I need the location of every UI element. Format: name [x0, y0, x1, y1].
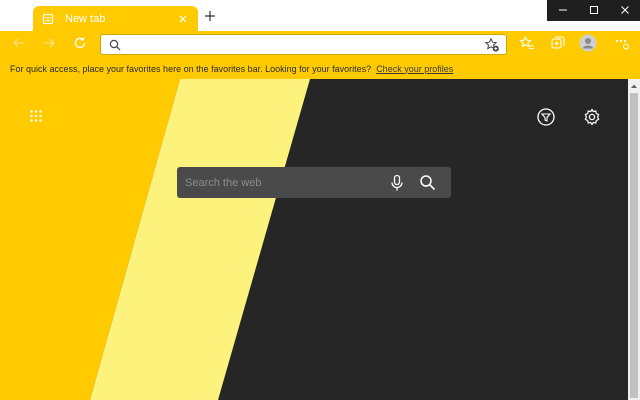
new-tab-page: [0, 79, 628, 400]
close-icon[interactable]: [176, 12, 190, 26]
favorites-icon: [519, 35, 535, 56]
close-window-button[interactable]: [609, 0, 640, 21]
star-add-icon[interactable]: [484, 37, 500, 53]
toolbar: [0, 31, 640, 58]
check-profiles-link[interactable]: Check your profiles: [376, 64, 453, 74]
apps-button[interactable]: [27, 109, 45, 127]
refresh-button[interactable]: [70, 35, 90, 55]
favorites-button[interactable]: [517, 35, 537, 55]
address-input[interactable]: [127, 37, 477, 53]
scroll-up-button[interactable]: [628, 79, 640, 91]
new-tab-button[interactable]: [201, 9, 219, 27]
collections-button[interactable]: [548, 35, 568, 55]
filter-icon: [536, 108, 556, 131]
more-button[interactable]: [612, 35, 632, 55]
forward-button[interactable]: [39, 35, 59, 55]
web-search-box: [177, 167, 451, 198]
title-bar: New tab: [0, 0, 640, 32]
search-icon: [109, 38, 123, 52]
arrow-left-icon: [12, 36, 26, 55]
page-scrollbar[interactable]: [628, 79, 640, 400]
back-button[interactable]: [9, 35, 29, 55]
settings-button[interactable]: [582, 107, 602, 127]
microphone-icon[interactable]: [389, 174, 405, 192]
apps-grid-icon: [29, 109, 43, 128]
gear-icon: [582, 108, 602, 131]
maximize-button[interactable]: [578, 0, 609, 21]
chevron-up-icon: [630, 76, 638, 94]
profile-button[interactable]: [578, 34, 598, 57]
page-icon: [41, 12, 55, 26]
web-search-input[interactable]: [185, 175, 375, 191]
close-icon: [620, 2, 630, 20]
page-background: [0, 79, 628, 400]
minimize-button[interactable]: [547, 0, 578, 21]
refresh-icon: [73, 36, 87, 55]
plus-icon: [204, 9, 216, 27]
collections-icon: [550, 35, 566, 56]
address-bar[interactable]: [100, 34, 507, 55]
favorites-bar: For quick access, place your favorites h…: [0, 58, 640, 79]
window-controls: [547, 0, 640, 21]
more-icon: [614, 35, 630, 56]
tab-title: New tab: [65, 13, 106, 25]
avatar-icon: [579, 34, 597, 57]
minimize-icon: [558, 2, 568, 20]
search-icon[interactable]: [419, 174, 436, 191]
arrow-right-icon: [42, 36, 56, 55]
filter-button[interactable]: [536, 107, 556, 127]
favorites-bar-message: For quick access, place your favorites h…: [10, 63, 372, 74]
scroll-thumb[interactable]: [630, 93, 638, 398]
maximize-icon: [589, 2, 599, 20]
tab-new-tab[interactable]: New tab: [33, 6, 198, 32]
